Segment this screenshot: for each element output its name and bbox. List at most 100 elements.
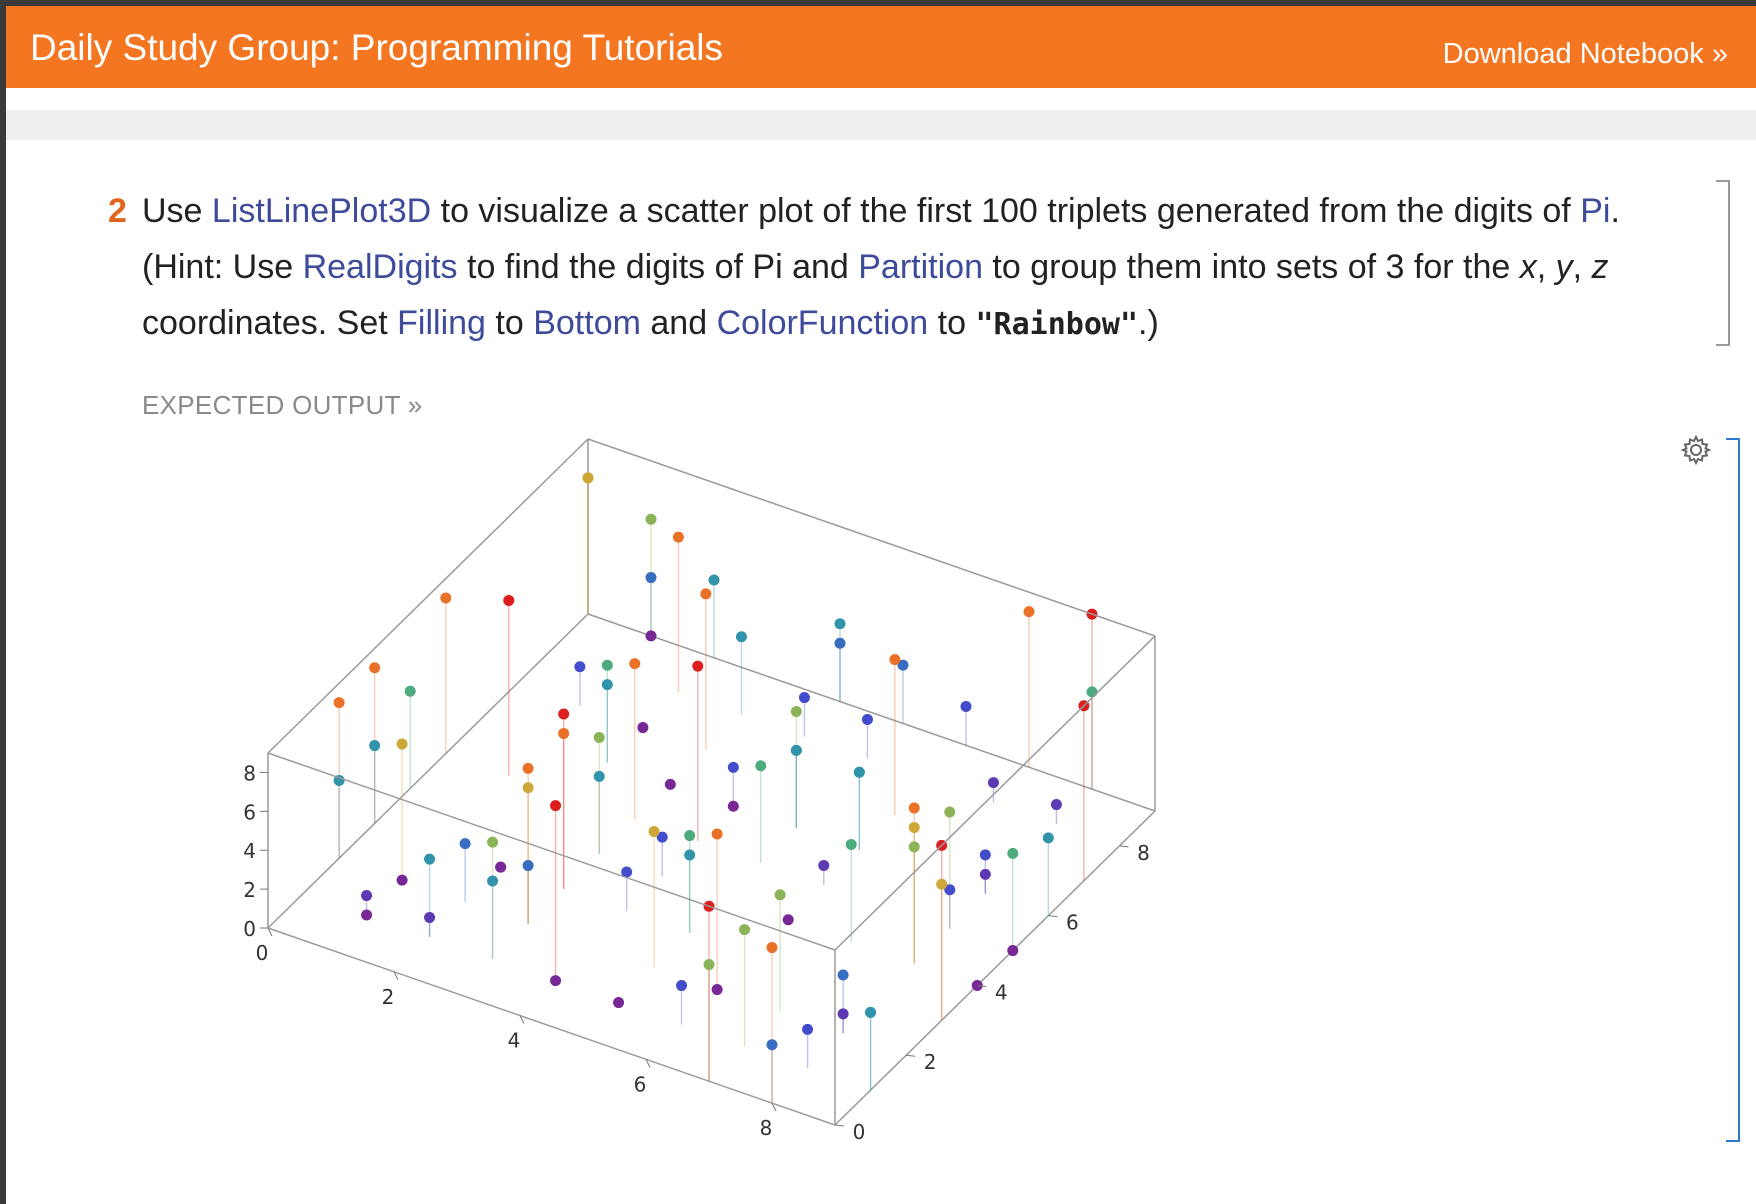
y-tick-mark xyxy=(1048,915,1058,918)
x-tick-label: 0 xyxy=(256,941,269,965)
y-tick-label: 4 xyxy=(995,980,1008,1004)
plot-point xyxy=(782,914,794,926)
box-edge xyxy=(267,752,836,951)
plot-point xyxy=(1023,606,1035,618)
plot-point xyxy=(459,838,471,850)
box-edge xyxy=(267,613,589,929)
plot-point xyxy=(495,861,507,873)
x-tick-label: 6 xyxy=(634,1072,647,1096)
plot-point xyxy=(522,782,534,794)
plot-points xyxy=(333,472,1098,1051)
plot-point xyxy=(558,727,570,739)
z-tick-label: 8 xyxy=(243,761,256,785)
plot-point xyxy=(790,744,802,756)
plot-point xyxy=(404,685,416,697)
plot-point xyxy=(601,679,613,691)
plot-point xyxy=(424,853,436,865)
y-tick-mark xyxy=(834,1124,845,1127)
plot-point xyxy=(440,592,452,604)
plot-point xyxy=(645,630,657,642)
plot-point xyxy=(593,731,605,743)
y-tick-mark xyxy=(1119,845,1129,848)
plot-point xyxy=(944,806,956,818)
box-edge xyxy=(834,810,1156,1126)
x-tick-label: 2 xyxy=(382,985,395,1009)
plot-point xyxy=(692,660,704,672)
plot-point xyxy=(708,574,720,586)
plot-point xyxy=(703,959,715,971)
plot-point xyxy=(593,770,605,782)
plot-box-front xyxy=(267,438,1156,1125)
plot-point xyxy=(648,826,660,838)
plot-point xyxy=(645,513,657,525)
plot-point xyxy=(837,1008,849,1020)
plot-point xyxy=(711,828,723,840)
plot-point xyxy=(369,740,381,752)
plot-point xyxy=(684,849,696,861)
y-tick-label: 0 xyxy=(853,1120,866,1144)
plot-point xyxy=(1007,945,1019,957)
plot-point xyxy=(424,911,436,923)
plot-point xyxy=(522,860,534,872)
plot-point xyxy=(711,984,723,996)
plot-point xyxy=(1042,832,1054,844)
plot-point xyxy=(361,890,373,902)
plot-point xyxy=(558,708,570,720)
plot-point xyxy=(503,594,515,606)
plot-point xyxy=(574,661,586,673)
plot-point xyxy=(790,705,802,717)
plot-point xyxy=(1086,686,1098,698)
plot-point xyxy=(979,868,991,880)
plot-point xyxy=(802,1023,814,1035)
plot-point xyxy=(487,836,499,848)
z-tick-label: 2 xyxy=(243,878,256,902)
plot-point xyxy=(700,588,712,600)
plot-point xyxy=(735,631,747,643)
plot-point xyxy=(774,889,786,901)
plot-point xyxy=(818,859,830,871)
plot-point xyxy=(522,762,534,774)
plot-point xyxy=(845,838,857,850)
plot-point xyxy=(369,662,381,674)
z-tick-label: 0 xyxy=(243,917,256,941)
z-tick-label: 6 xyxy=(243,800,256,824)
plot-point xyxy=(1007,847,1019,859)
z-tick-label: 4 xyxy=(243,839,256,863)
plot-point xyxy=(396,738,408,750)
y-tick-label: 6 xyxy=(1066,911,1079,935)
x-tick-label: 8 xyxy=(760,1116,773,1140)
plot-point xyxy=(1050,799,1062,811)
plot-point xyxy=(727,800,739,812)
y-tick-label: 8 xyxy=(1137,841,1150,865)
plot-point xyxy=(987,777,999,789)
x-tick-label: 4 xyxy=(508,1029,521,1053)
plot-box-back xyxy=(267,439,1156,1126)
plot-point xyxy=(361,909,373,921)
plot-point xyxy=(979,849,991,861)
plot-point xyxy=(645,572,657,584)
plot-point xyxy=(550,975,562,987)
plot-point xyxy=(766,1039,778,1051)
plot-point xyxy=(755,760,767,772)
box-edge xyxy=(834,635,1156,951)
plot-point xyxy=(727,761,739,773)
plot-point xyxy=(333,697,345,709)
plot-point xyxy=(908,821,920,833)
plot-point xyxy=(550,800,562,812)
plot-point xyxy=(853,766,865,778)
plot-point xyxy=(676,980,688,992)
plot-point xyxy=(629,658,641,670)
plot-point xyxy=(613,997,625,1009)
plot-point xyxy=(487,875,499,887)
plot-point xyxy=(889,654,901,666)
plot-point xyxy=(837,969,849,981)
plot-point xyxy=(865,1006,877,1018)
plot-point xyxy=(834,618,846,630)
box-edge xyxy=(267,927,836,1126)
plot-3d: 0 2 4 6 8 0 2 4 6 8 0 2 4 6 8 xyxy=(243,438,1156,1144)
plot-point xyxy=(834,637,846,649)
plot-point xyxy=(739,924,751,936)
plot-point xyxy=(664,778,676,790)
plot-point xyxy=(672,531,684,543)
plot-point xyxy=(396,874,408,886)
